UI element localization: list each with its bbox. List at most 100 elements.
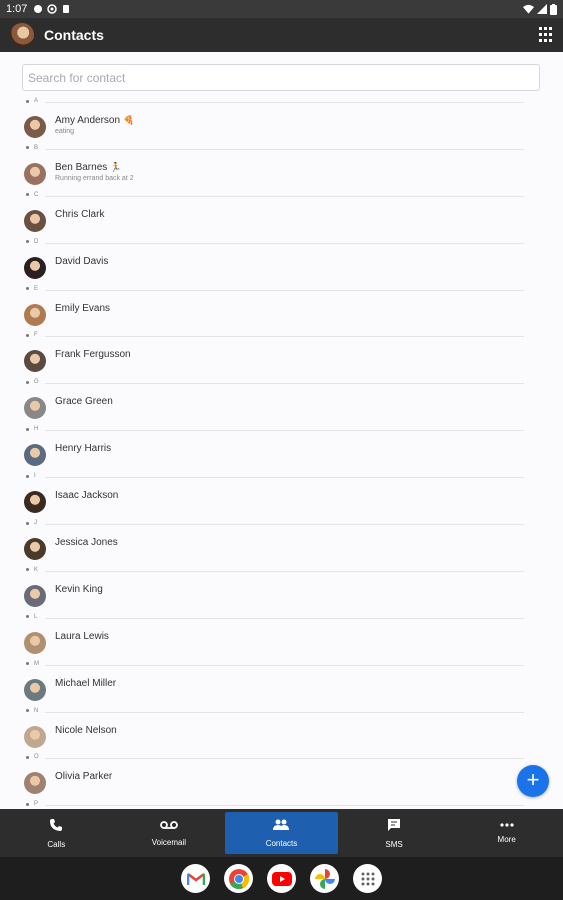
contact-avatar	[24, 772, 46, 795]
divider	[45, 711, 524, 713]
contact-item[interactable]: Laura Lewis	[24, 630, 524, 656]
nav-label: SMS	[385, 839, 403, 849]
photos-icon[interactable]	[310, 864, 339, 893]
contact-name: Amy Anderson 🍕	[55, 115, 135, 126]
contact-group: J Jessica Jones	[0, 519, 563, 566]
more-icon	[500, 822, 514, 835]
nav-calls[interactable]: Calls	[0, 809, 113, 857]
bottom-nav: Calls Voicemail Contacts SMS More	[0, 809, 563, 857]
nav-voicemail[interactable]: Voicemail	[113, 809, 226, 857]
contact-avatar	[24, 584, 46, 607]
divider	[45, 477, 524, 479]
app-dock	[0, 857, 563, 900]
dialpad-icon[interactable]	[539, 27, 553, 43]
contact-item[interactable]: David Davis	[24, 255, 524, 281]
contact-item[interactable]: Emily Evans	[24, 302, 524, 328]
chrome-icon[interactable]	[224, 864, 253, 893]
nav-contacts[interactable]: Contacts	[225, 812, 338, 854]
nav-label: Calls	[47, 839, 66, 849]
contact-item[interactable]: Isaac Jackson	[24, 489, 524, 515]
contact-item[interactable]: Frank Fergusson	[24, 348, 524, 374]
contact-group: F Frank Fergusson	[0, 331, 563, 378]
contact-name: Grace Green	[55, 396, 113, 408]
battery-icon	[550, 3, 557, 15]
people-icon	[272, 819, 290, 839]
contact-item[interactable]: Jessica Jones	[24, 536, 524, 562]
contact-group: L Laura Lewis	[0, 613, 563, 660]
contact-avatar	[24, 444, 46, 467]
section-letter: B	[26, 145, 38, 151]
contact-name: Frank Fergusson	[55, 349, 131, 361]
contact-group: I Isaac Jackson	[0, 472, 563, 519]
contact-group: C Chris Clark	[0, 191, 563, 238]
nav-sms[interactable]: SMS	[338, 809, 451, 857]
signal-icon	[537, 4, 547, 14]
contact-avatar	[24, 678, 46, 701]
contact-group: A Amy Anderson 🍕 eating	[0, 97, 563, 144]
divider	[45, 524, 524, 526]
contact-avatar	[24, 397, 46, 420]
contact-name: Olivia Parker	[55, 771, 113, 783]
contact-name: Isaac Jackson	[55, 490, 119, 502]
nav-label: Contacts	[265, 838, 298, 848]
divider	[45, 758, 524, 760]
divider	[45, 148, 524, 150]
user-avatar[interactable]	[10, 23, 34, 47]
youtube-icon[interactable]	[267, 864, 296, 893]
nav-label: Voicemail	[151, 837, 187, 847]
contact-name: Michael Miller	[55, 677, 117, 689]
contact-avatar	[24, 631, 46, 654]
contact-name: Laura Lewis	[55, 630, 109, 642]
contact-avatar	[24, 256, 46, 279]
divider	[45, 289, 524, 291]
contact-item[interactable]: Ben Barnes 🏃 Running errand back at 2	[24, 161, 524, 187]
divider	[45, 242, 524, 244]
contact-item[interactable]: Henry Harris	[24, 442, 524, 468]
status-emoji: 🏃	[110, 161, 122, 172]
section-letter: O	[26, 754, 39, 760]
contact-group: O Olivia Parker	[0, 753, 563, 800]
section-letter: D	[26, 239, 38, 245]
contact-avatar	[24, 725, 46, 748]
apps-icon[interactable]	[353, 864, 382, 893]
section-letter: L	[26, 614, 37, 620]
contact-item[interactable]: Amy Anderson 🍕 eating	[24, 114, 524, 140]
dot-icon	[34, 5, 43, 13]
contact-name: Ben Barnes 🏃	[55, 161, 122, 173]
contact-name: Nicole Nelson	[55, 724, 117, 736]
contact-name: Chris Clark	[55, 208, 105, 220]
divider	[45, 336, 524, 338]
search-input[interactable]	[22, 64, 540, 91]
contact-item[interactable]: Grace Green	[24, 395, 524, 421]
app-bar: Contacts	[0, 18, 563, 52]
section-letter: F	[26, 332, 38, 338]
divider	[45, 664, 524, 666]
add-contact-button[interactable]: +	[517, 765, 549, 797]
contact-avatar	[24, 303, 46, 326]
section-letter: M	[26, 661, 39, 667]
section-letter: H	[26, 426, 38, 432]
contact-avatar	[24, 162, 46, 185]
settings-icon	[47, 4, 58, 14]
contact-item[interactable]: Kevin King	[24, 583, 524, 609]
sim-icon	[63, 5, 70, 13]
contact-group: N Nicole Nelson	[0, 707, 563, 754]
contact-status: Running errand back at 2	[55, 174, 134, 182]
contact-item[interactable]: Olivia Parker	[24, 770, 524, 796]
nav-label: More	[497, 834, 516, 844]
contact-avatar	[24, 116, 46, 138]
status-bar: 1:07	[0, 0, 563, 18]
gmail-icon[interactable]	[181, 864, 210, 893]
section-letter: N	[26, 708, 38, 714]
section-letter: P	[26, 801, 38, 807]
nav-more[interactable]: More	[450, 809, 563, 857]
section-letter: C	[26, 192, 38, 198]
phone-icon	[49, 818, 63, 840]
contact-item[interactable]: Michael Miller	[24, 677, 524, 703]
contact-item[interactable]: Chris Clark	[24, 208, 524, 234]
contact-group: P	[0, 800, 563, 807]
contact-item[interactable]: Nicole Nelson	[24, 724, 524, 750]
contact-group: H Henry Harris	[0, 425, 563, 472]
contact-list[interactable]: A Amy Anderson 🍕 eating B Ben Barnes 🏃 Running …	[0, 97, 563, 807]
contact-avatar	[24, 538, 46, 561]
